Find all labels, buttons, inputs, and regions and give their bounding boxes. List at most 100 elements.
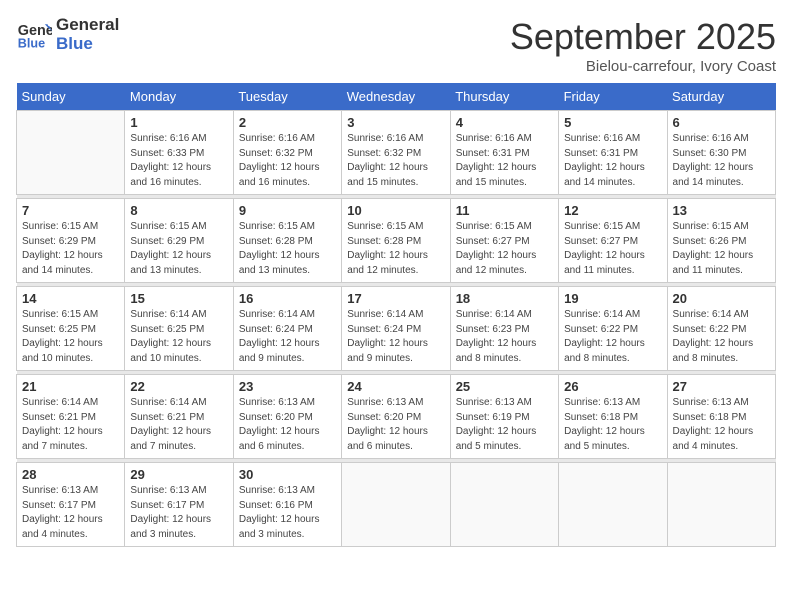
- weekday-header-friday: Friday: [559, 83, 667, 111]
- calendar-cell: 24 Sunrise: 6:13 AM Sunset: 6:20 PM Dayli…: [342, 375, 450, 459]
- day-info: Sunrise: 6:14 AM Sunset: 6:25 PM Dayligh…: [130, 308, 227, 366]
- day-info: Sunrise: 6:13 AM Sunset: 6:16 PM Dayligh…: [239, 484, 336, 542]
- weekday-header-monday: Monday: [125, 83, 233, 111]
- calendar-body: 1Sunrise: 6:16 AM Sunset: 6:33 PM Daylig…: [17, 111, 776, 547]
- day-info: Sunrise: 6:13 AM Sunset: 6:18 PM Dayligh…: [673, 396, 770, 454]
- day-info: Sunrise: 6:15 AM Sunset: 6:27 PM Dayligh…: [564, 220, 661, 278]
- day-info: Sunrise: 6:13 AM Sunset: 6:20 PM Dayligh…: [347, 396, 444, 454]
- calendar-cell: 15 Sunrise: 6:14 AM Sunset: 6:25 PM Dayli…: [125, 287, 233, 371]
- day-info: Sunrise: 6:15 AM Sunset: 6:27 PM Dayligh…: [456, 220, 553, 278]
- day-info: Sunrise: 6:15 AM Sunset: 6:29 PM Dayligh…: [130, 220, 227, 278]
- day-number: 19: [564, 291, 661, 306]
- day-number: 5: [564, 115, 661, 130]
- calendar-cell: 4Sunrise: 6:16 AM Sunset: 6:31 PM Daylig…: [450, 111, 558, 195]
- logo-icon: General Blue: [16, 17, 52, 53]
- weekday-header-tuesday: Tuesday: [233, 83, 341, 111]
- day-info: Sunrise: 6:16 AM Sunset: 6:32 PM Dayligh…: [347, 132, 444, 190]
- calendar-header-row: SundayMondayTuesdayWednesdayThursdayFrid…: [17, 83, 776, 111]
- calendar-cell: 13 Sunrise: 6:15 AM Sunset: 6:26 PM Dayli…: [667, 199, 775, 283]
- logo: General Blue General Blue: [16, 16, 119, 53]
- day-info: Sunrise: 6:15 AM Sunset: 6:28 PM Dayligh…: [239, 220, 336, 278]
- day-number: 17: [347, 291, 444, 306]
- day-info: Sunrise: 6:14 AM Sunset: 6:22 PM Dayligh…: [564, 308, 661, 366]
- day-info: Sunrise: 6:14 AM Sunset: 6:24 PM Dayligh…: [347, 308, 444, 366]
- day-info: Sunrise: 6:15 AM Sunset: 6:25 PM Dayligh…: [22, 308, 119, 366]
- calendar-week-2: 7Sunrise: 6:15 AM Sunset: 6:29 PM Daylig…: [17, 199, 776, 283]
- day-number: 10: [347, 203, 444, 218]
- logo-text-general: General: [56, 16, 119, 35]
- day-number: 26: [564, 379, 661, 394]
- logo-text-blue: Blue: [56, 35, 119, 54]
- day-number: 22: [130, 379, 227, 394]
- calendar-cell: 5 Sunrise: 6:16 AM Sunset: 6:31 PM Daylig…: [559, 111, 667, 195]
- day-number: 29: [130, 467, 227, 482]
- day-info: Sunrise: 6:13 AM Sunset: 6:17 PM Dayligh…: [130, 484, 227, 542]
- day-number: 18: [456, 291, 553, 306]
- calendar-cell: 18 Sunrise: 6:14 AM Sunset: 6:23 PM Dayli…: [450, 287, 558, 371]
- title-block: September 2025 Bielou-carrefour, Ivory C…: [510, 16, 776, 75]
- day-number: 13: [673, 203, 770, 218]
- weekday-header-sunday: Sunday: [17, 83, 125, 111]
- day-info: Sunrise: 6:16 AM Sunset: 6:31 PM Dayligh…: [564, 132, 661, 190]
- calendar-cell: 3Sunrise: 6:16 AM Sunset: 6:32 PM Daylig…: [342, 111, 450, 195]
- calendar-cell: 30 Sunrise: 6:13 AM Sunset: 6:16 PM Dayli…: [233, 463, 341, 547]
- day-number: 16: [239, 291, 336, 306]
- day-info: Sunrise: 6:15 AM Sunset: 6:28 PM Dayligh…: [347, 220, 444, 278]
- day-number: 20: [673, 291, 770, 306]
- location-subtitle: Bielou-carrefour, Ivory Coast: [510, 58, 776, 75]
- day-info: Sunrise: 6:14 AM Sunset: 6:23 PM Dayligh…: [456, 308, 553, 366]
- calendar-cell: 1Sunrise: 6:16 AM Sunset: 6:33 PM Daylig…: [125, 111, 233, 195]
- calendar-cell: [342, 463, 450, 547]
- calendar-cell: [559, 463, 667, 547]
- calendar-cell: 8 Sunrise: 6:15 AM Sunset: 6:29 PM Daylig…: [125, 199, 233, 283]
- day-number: 24: [347, 379, 444, 394]
- day-number: 21: [22, 379, 119, 394]
- calendar-table: SundayMondayTuesdayWednesdayThursdayFrid…: [16, 83, 776, 547]
- calendar-cell: [667, 463, 775, 547]
- day-number: 8: [130, 203, 227, 218]
- calendar-cell: 6 Sunrise: 6:16 AM Sunset: 6:30 PM Daylig…: [667, 111, 775, 195]
- day-number: 14: [22, 291, 119, 306]
- day-number: 11: [456, 203, 553, 218]
- calendar-cell: 2Sunrise: 6:16 AM Sunset: 6:32 PM Daylig…: [233, 111, 341, 195]
- day-info: Sunrise: 6:16 AM Sunset: 6:32 PM Dayligh…: [239, 132, 336, 190]
- calendar-cell: 10 Sunrise: 6:15 AM Sunset: 6:28 PM Dayli…: [342, 199, 450, 283]
- day-number: 6: [673, 115, 770, 130]
- day-info: Sunrise: 6:14 AM Sunset: 6:21 PM Dayligh…: [130, 396, 227, 454]
- weekday-header-thursday: Thursday: [450, 83, 558, 111]
- calendar-week-3: 14 Sunrise: 6:15 AM Sunset: 6:25 PM Dayli…: [17, 287, 776, 371]
- calendar-week-1: 1Sunrise: 6:16 AM Sunset: 6:33 PM Daylig…: [17, 111, 776, 195]
- calendar-cell: 29 Sunrise: 6:13 AM Sunset: 6:17 PM Dayli…: [125, 463, 233, 547]
- day-info: Sunrise: 6:14 AM Sunset: 6:24 PM Dayligh…: [239, 308, 336, 366]
- day-info: Sunrise: 6:13 AM Sunset: 6:20 PM Dayligh…: [239, 396, 336, 454]
- calendar-cell: 16 Sunrise: 6:14 AM Sunset: 6:24 PM Dayli…: [233, 287, 341, 371]
- calendar-cell: 26 Sunrise: 6:13 AM Sunset: 6:18 PM Dayli…: [559, 375, 667, 459]
- calendar-cell: 11 Sunrise: 6:15 AM Sunset: 6:27 PM Dayli…: [450, 199, 558, 283]
- day-info: Sunrise: 6:16 AM Sunset: 6:30 PM Dayligh…: [673, 132, 770, 190]
- weekday-header-wednesday: Wednesday: [342, 83, 450, 111]
- day-number: 30: [239, 467, 336, 482]
- day-info: Sunrise: 6:16 AM Sunset: 6:33 PM Dayligh…: [130, 132, 227, 190]
- calendar-cell: 21 Sunrise: 6:14 AM Sunset: 6:21 PM Dayli…: [17, 375, 125, 459]
- day-number: 9: [239, 203, 336, 218]
- day-number: 15: [130, 291, 227, 306]
- calendar-week-4: 21 Sunrise: 6:14 AM Sunset: 6:21 PM Dayli…: [17, 375, 776, 459]
- day-info: Sunrise: 6:15 AM Sunset: 6:26 PM Dayligh…: [673, 220, 770, 278]
- calendar-cell: 25Sunrise: 6:13 AM Sunset: 6:19 PM Dayli…: [450, 375, 558, 459]
- day-number: 4: [456, 115, 553, 130]
- day-info: Sunrise: 6:13 AM Sunset: 6:18 PM Dayligh…: [564, 396, 661, 454]
- month-title: September 2025: [510, 16, 776, 58]
- calendar-cell: 9 Sunrise: 6:15 AM Sunset: 6:28 PM Daylig…: [233, 199, 341, 283]
- calendar-cell: 22 Sunrise: 6:14 AM Sunset: 6:21 PM Dayli…: [125, 375, 233, 459]
- calendar-cell: 20Sunrise: 6:14 AM Sunset: 6:22 PM Dayli…: [667, 287, 775, 371]
- calendar-cell: 28Sunrise: 6:13 AM Sunset: 6:17 PM Dayli…: [17, 463, 125, 547]
- day-number: 23: [239, 379, 336, 394]
- day-number: 25: [456, 379, 553, 394]
- day-number: 12: [564, 203, 661, 218]
- calendar-cell: 23 Sunrise: 6:13 AM Sunset: 6:20 PM Dayli…: [233, 375, 341, 459]
- day-info: Sunrise: 6:14 AM Sunset: 6:21 PM Dayligh…: [22, 396, 119, 454]
- calendar-cell: 19 Sunrise: 6:14 AM Sunset: 6:22 PM Dayli…: [559, 287, 667, 371]
- calendar-cell: 12 Sunrise: 6:15 AM Sunset: 6:27 PM Dayli…: [559, 199, 667, 283]
- calendar-week-5: 28 Sunrise: 6:13 AM Sunset: 6:17 PM Dayli…: [17, 463, 776, 547]
- day-number: 28: [22, 467, 119, 482]
